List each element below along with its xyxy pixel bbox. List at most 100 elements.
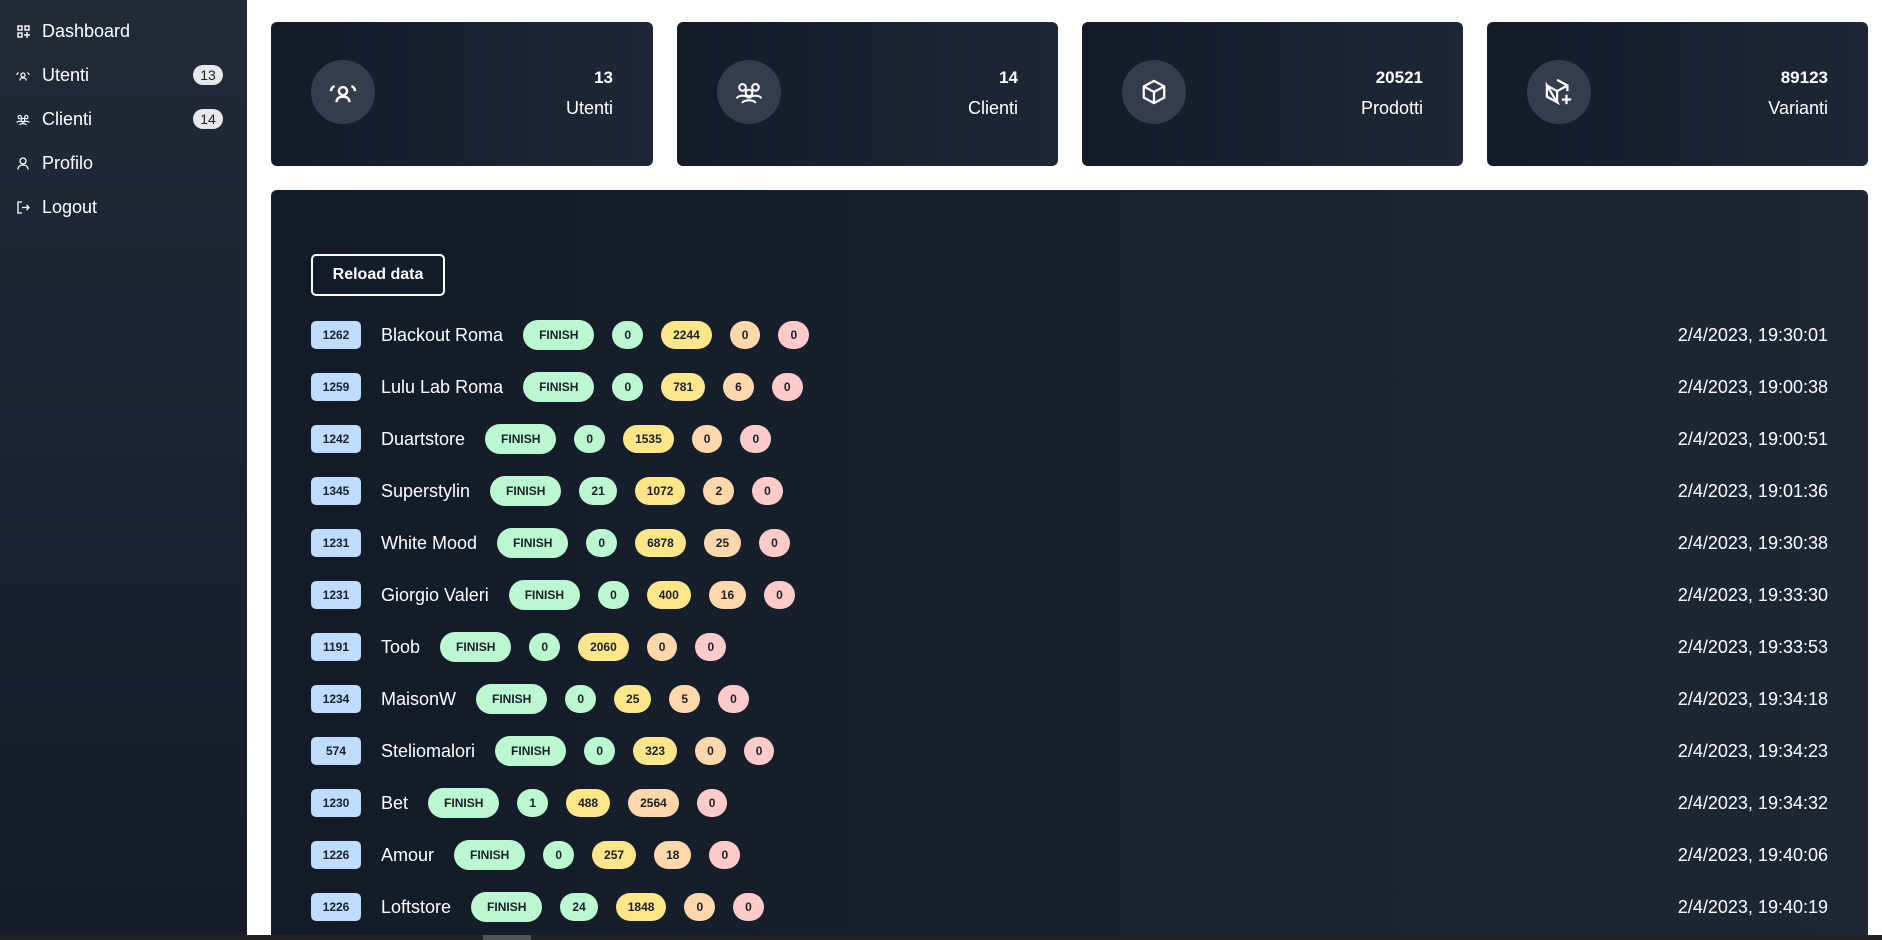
store-name: Toob <box>381 636 421 657</box>
count-orange-badge: 18 <box>654 841 692 869</box>
timestamp: 2/4/2023, 19:33:30 <box>1677 584 1828 605</box>
stat-value: 89123 <box>1780 68 1828 87</box>
sidebar-item-label: Logout <box>42 196 98 217</box>
box-plus-icon <box>1527 60 1591 124</box>
sidebar-item-logout[interactable]: Logout <box>0 187 247 227</box>
sidebar-item-dashboard[interactable]: Dashboard <box>0 11 247 51</box>
sidebar-item-label: Utenti <box>42 64 90 85</box>
timestamp: 2/4/2023, 19:34:32 <box>1677 792 1828 813</box>
count-green-badge: 0 <box>529 633 561 661</box>
count-red-badge: 0 <box>778 321 810 349</box>
id-badge: 1234 <box>311 685 361 713</box>
id-badge: 1226 <box>311 841 361 869</box>
count-badge: 13 <box>193 65 223 85</box>
store-name: Blackout Roma <box>381 324 504 345</box>
table-row: 1242 Duartstore FINISH 0 1535 0 0 2/4/2023, 19:… <box>311 424 1828 454</box>
count-green-badge: 24 <box>560 893 598 921</box>
box-icon <box>1122 60 1186 124</box>
stat-value: 14 <box>999 68 1018 87</box>
status-badge: FINISH <box>471 892 543 922</box>
count-green-badge: 0 <box>598 581 629 609</box>
count-orange-badge: 2 <box>703 477 735 505</box>
table-row: 1259 Lulu Lab Roma FINISH 0 781 6 0 2/4/2023, 1… <box>311 372 1828 402</box>
store-name: Loftstore <box>381 896 452 917</box>
sidebar-item-label: Dashboard <box>42 20 131 41</box>
count-orange-badge: 16 <box>708 581 747 609</box>
count-green-badge: 0 <box>574 425 606 453</box>
table-row: 1191 Toob FINISH 0 2060 0 0 2/4/2023, 19:33:53 <box>311 632 1828 662</box>
count-green-badge: 0 <box>543 841 575 869</box>
count-orange-badge: 0 <box>729 321 761 349</box>
stat-card-varianti: 89123 Varianti <box>1487 22 1868 166</box>
count-yellow-badge: 25 <box>614 685 652 713</box>
count-yellow-badge: 1848 <box>615 893 667 921</box>
count-yellow-badge: 1535 <box>623 425 674 453</box>
table-row: 1234 MaisonW FINISH 0 25 5 0 2/4/2023, 19:34:18 <box>311 684 1828 714</box>
horizontal-scrollbar[interactable] <box>0 935 1882 940</box>
count-green-badge: 0 <box>565 685 597 713</box>
stat-card-clienti: 14 Clienti <box>677 22 1058 166</box>
store-name: White Mood <box>381 532 478 553</box>
sidebar-item-utenti[interactable]: Utenti 13 <box>0 55 247 95</box>
count-red-badge: 0 <box>740 425 772 453</box>
table-row: 1262 Blackout Roma FINISH 0 2244 0 0 2/4/2023, … <box>311 320 1828 350</box>
timestamp: 2/4/2023, 19:40:06 <box>1677 844 1828 865</box>
store-name: Lulu Lab Roma <box>381 376 504 397</box>
count-green-badge: 1 <box>517 789 549 817</box>
id-badge: 1262 <box>311 321 361 349</box>
reload-data-button[interactable]: Reload data <box>311 254 445 296</box>
sidebar-item-clienti[interactable]: Clienti 14 <box>0 99 247 139</box>
count-red-badge: 0 <box>764 581 795 609</box>
count-yellow-badge: 2244 <box>661 321 712 349</box>
status-badge: FINISH <box>495 736 567 766</box>
status-badge: FINISH <box>440 632 512 662</box>
id-badge: 1231 <box>311 529 361 557</box>
id-badge: 1230 <box>311 789 361 817</box>
count-orange-badge: 5 <box>669 685 701 713</box>
timestamp: 2/4/2023, 19:01:36 <box>1677 480 1828 501</box>
count-red-badge: 0 <box>743 737 775 765</box>
count-yellow-badge: 2060 <box>578 633 629 661</box>
count-green-badge: 0 <box>612 321 644 349</box>
sidebar-item-label: Profilo <box>42 152 94 173</box>
stat-card-utenti: 13 Utenti <box>271 22 653 166</box>
timestamp: 2/4/2023, 19:34:18 <box>1677 688 1828 709</box>
count-red-badge: 0 <box>696 789 728 817</box>
status-badge: FINISH <box>497 528 569 558</box>
status-badge: FINISH <box>476 684 548 714</box>
id-badge: 1345 <box>311 477 361 505</box>
table-row: 574 Steliomalori FINISH 0 323 0 0 2/4/2023, 19:… <box>311 736 1828 766</box>
status-badge: FINISH <box>454 840 526 870</box>
count-green-badge: 0 <box>612 373 644 401</box>
count-red-badge: 0 <box>771 373 803 401</box>
count-green-badge: 21 <box>579 477 617 505</box>
count-red-badge: 0 <box>752 477 783 505</box>
count-orange-badge: 0 <box>695 737 726 765</box>
store-name: Superstylin <box>381 480 471 501</box>
store-name: Amour <box>381 844 435 865</box>
table-row: 1231 Giorgio Valeri FINISH 0 400 16 0 2/4/2023,… <box>311 580 1828 610</box>
dashboard-icon <box>16 24 30 38</box>
store-name: Steliomalori <box>381 740 476 761</box>
count-red-badge: 0 <box>733 893 764 921</box>
count-red-badge: 0 <box>695 633 727 661</box>
stat-value: 13 <box>594 68 613 87</box>
stat-label: Clienti <box>967 98 1018 118</box>
stat-label: Varianti <box>1768 98 1828 118</box>
count-orange-badge: 0 <box>684 893 716 921</box>
count-yellow-badge: 6878 <box>635 529 686 557</box>
stat-label: Prodotti <box>1360 98 1423 118</box>
scrollbar-thumb[interactable] <box>483 935 531 940</box>
count-yellow-badge: 323 <box>633 737 678 765</box>
table-row: 1226 Amour FINISH 0 257 18 0 2/4/2023, 19:40:06 <box>311 840 1828 870</box>
sidebar-item-profilo[interactable]: Profilo <box>0 143 247 183</box>
count-orange-badge: 6 <box>723 373 754 401</box>
timestamp: 2/4/2023, 19:33:53 <box>1677 636 1828 657</box>
users-icon <box>311 60 375 124</box>
count-yellow-badge: 781 <box>661 373 706 401</box>
count-yellow-badge: 257 <box>592 841 637 869</box>
sidebar: Dashboard Utenti 13 Clienti 14 Profilo L… <box>0 0 247 935</box>
status-badge: FINISH <box>485 424 557 454</box>
timestamp: 2/4/2023, 19:30:38 <box>1677 532 1828 553</box>
store-name: Giorgio Valeri <box>381 584 489 605</box>
